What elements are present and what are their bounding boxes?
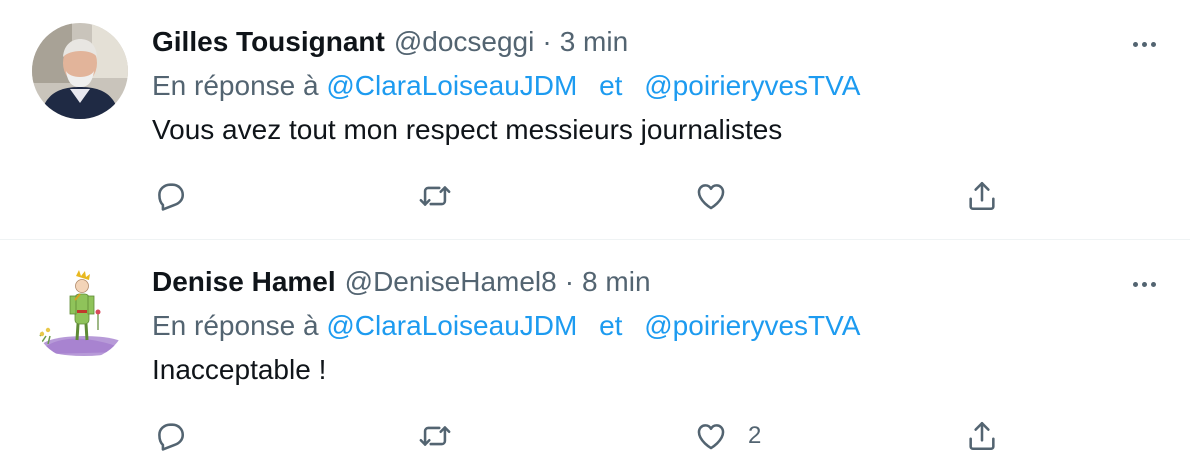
retweet-icon (419, 426, 451, 446)
more-icon (1132, 281, 1156, 287)
timestamp[interactable]: 3 min (560, 26, 628, 58)
reply-context: En réponse à @ClaraLoiseauJDM et @poirie… (152, 310, 860, 342)
tweet-header: Denise Hamel @DeniseHamel8 · 8 min (152, 266, 651, 302)
mention-link[interactable]: @ClaraLoiseauJDM (326, 310, 577, 341)
share-button[interactable] (965, 172, 999, 220)
reply-context: En réponse à @ClaraLoiseauJDM et @poirie… (152, 70, 860, 102)
tweet-header: Gilles Tousignant @docseggi · 3 min (152, 26, 628, 62)
heart-icon (697, 184, 725, 210)
tweet-text: Vous avez tout mon respect messieurs jou… (152, 114, 783, 145)
mention-link[interactable]: @poirieryvesTVA (644, 310, 860, 341)
reply-button[interactable] (153, 412, 187, 460)
separator: · (542, 26, 552, 57)
author-handle[interactable]: @DeniseHamel8 (345, 266, 557, 298)
tweet[interactable]: Denise Hamel @DeniseHamel8 · 8 min En ré… (0, 240, 1190, 476)
like-button[interactable] (694, 172, 748, 220)
like-count: 2 (748, 422, 762, 449)
more-icon (1132, 41, 1156, 47)
more-options-button[interactable] (1126, 30, 1162, 58)
more-options-button[interactable] (1126, 270, 1162, 298)
reply-prefix: En réponse à (152, 70, 319, 101)
avatar[interactable] (32, 23, 128, 119)
share-button[interactable] (965, 412, 999, 460)
reply-prefix: En réponse à (152, 310, 319, 341)
author-name[interactable]: Gilles Tousignant (152, 26, 385, 58)
reply-conjunction: et (599, 70, 623, 101)
retweet-button[interactable] (418, 412, 452, 460)
tweet[interactable]: Gilles Tousignant @docseggi · 3 min En r… (0, 0, 1190, 240)
avatar-photo (32, 23, 128, 119)
separator: · (564, 266, 575, 297)
tweet-text: Inacceptable ! (152, 354, 327, 385)
heart-icon (697, 424, 725, 450)
reply-icon (158, 423, 185, 451)
share-icon (969, 181, 995, 211)
avatar[interactable] (32, 264, 128, 360)
action-bar: 2 (0, 412, 1190, 460)
like-button[interactable]: 2 (694, 412, 761, 460)
mention-link[interactable]: @poirieryvesTVA (644, 70, 860, 101)
mention-link[interactable]: @ClaraLoiseauJDM (326, 70, 577, 101)
avatar-illustration (32, 264, 128, 360)
author-handle[interactable]: @docseggi (394, 26, 535, 58)
reply-conjunction: et (599, 310, 623, 341)
timestamp[interactable]: 8 min (582, 266, 650, 298)
reply-icon (158, 183, 185, 211)
reply-button[interactable] (153, 172, 187, 220)
author-name[interactable]: Denise Hamel (152, 266, 336, 298)
retweet-icon (419, 186, 451, 206)
share-icon (969, 421, 995, 451)
retweet-button[interactable] (418, 172, 452, 220)
action-bar (0, 172, 1190, 220)
